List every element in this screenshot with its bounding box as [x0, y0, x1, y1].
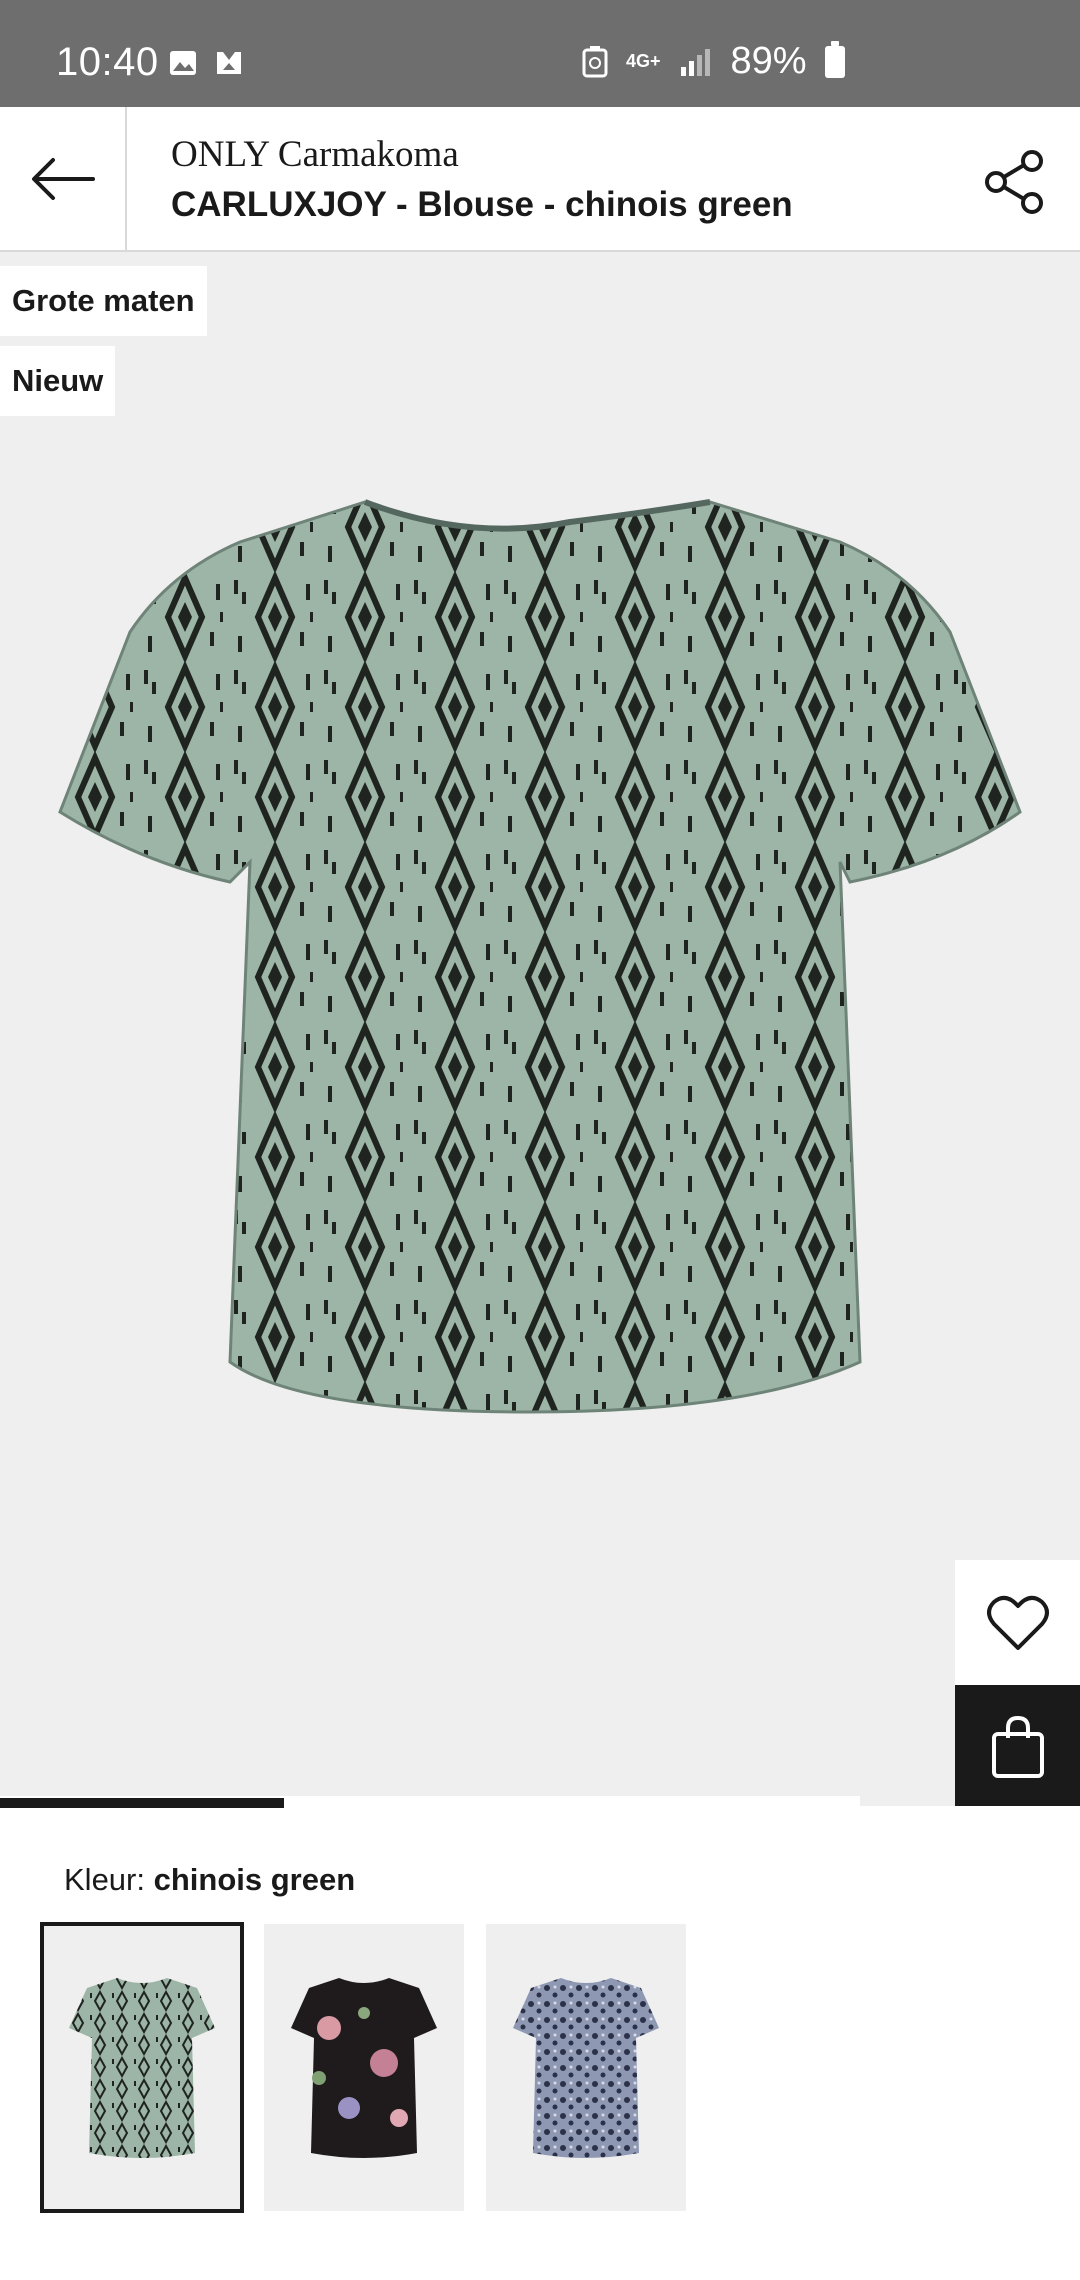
status-right: 4G+ 89%: [582, 40, 845, 83]
swatch-image: [513, 1977, 659, 2158]
gallery-progress: [0, 1796, 860, 1808]
badge-new: Nieuw: [0, 346, 116, 416]
shield-icon: [217, 52, 241, 74]
shopping-bag-icon: [991, 1715, 1044, 1778]
battery-icon: [824, 40, 845, 78]
share-button[interactable]: [980, 147, 1050, 217]
battery-saver-icon: [582, 45, 608, 77]
color-swatches: [40, 1922, 686, 2213]
add-to-bag-button[interactable]: [955, 1685, 1080, 1806]
network-type: 4G+: [626, 51, 661, 71]
arrow-left-icon: [31, 157, 95, 200]
swatch-image: [69, 1977, 215, 2158]
gallery-progress-fill: [0, 1798, 284, 1808]
heart-icon: [986, 1595, 1049, 1650]
product-image-gallery[interactable]: Grote maten Nieuw: [0, 252, 1080, 1806]
back-button[interactable]: [0, 107, 127, 250]
product-title: CARLUXJOY - Blouse - chinois green: [171, 185, 793, 224]
wishlist-button[interactable]: [955, 1560, 1080, 1685]
brand-name[interactable]: ONLY Carmakoma: [171, 133, 459, 176]
gallery-icon: [170, 51, 196, 75]
product-header: ONLY Carmakoma CARLUXJOY - Blouse - chin…: [0, 107, 1080, 252]
color-swatch-chinois-green[interactable]: [40, 1922, 244, 2213]
color-label-prefix: Kleur:: [64, 1862, 145, 1897]
status-bar: 10:40 4G+ 89%: [0, 0, 1080, 107]
battery-percent: 89%: [730, 40, 807, 82]
color-swatch-black-floral[interactable]: [264, 1924, 464, 2211]
color-swatch-blue-print[interactable]: [486, 1924, 686, 2211]
swatch-image: [291, 1977, 437, 2158]
status-time: 10:40: [56, 40, 159, 84]
share-icon: [985, 150, 1043, 214]
signal-icon: [680, 48, 710, 76]
color-label: Kleur: chinois green: [64, 1862, 355, 1898]
color-value: chinois green: [153, 1862, 356, 1897]
product-image: [58, 499, 1022, 1414]
badge-plus-size: Grote maten: [0, 266, 207, 336]
